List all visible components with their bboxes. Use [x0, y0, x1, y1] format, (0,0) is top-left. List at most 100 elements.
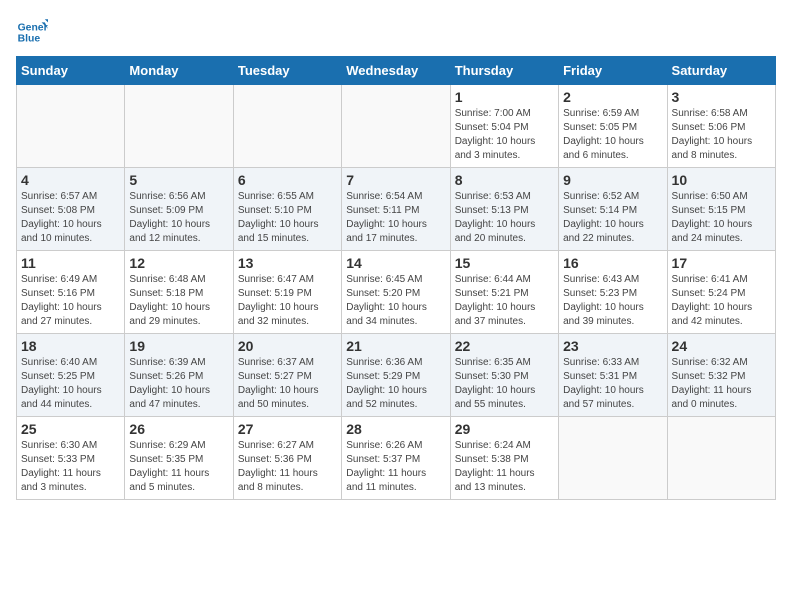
- day-number: 26: [129, 421, 228, 437]
- calendar-week-row: 25 Sunrise: 6:30 AM Sunset: 5:33 PM Dayli…: [17, 417, 776, 500]
- day-info: Sunrise: 6:52 AM Sunset: 5:14 PM Dayligh…: [563, 190, 662, 246]
- day-info: Sunrise: 6:35 AM Sunset: 5:30 PM Dayligh…: [455, 356, 554, 412]
- day-number: 8: [455, 172, 554, 188]
- day-number: 6: [238, 172, 337, 188]
- calendar-cell: 9 Sunrise: 6:52 AM Sunset: 5:14 PM Daylig…: [559, 168, 667, 251]
- calendar-cell: 6 Sunrise: 6:55 AM Sunset: 5:10 PM Daylig…: [233, 168, 341, 251]
- day-info: Sunrise: 6:54 AM Sunset: 5:11 PM Dayligh…: [346, 190, 445, 246]
- weekday-header-monday: Monday: [125, 57, 233, 85]
- calendar-cell: [342, 85, 450, 168]
- day-number: 29: [455, 421, 554, 437]
- calendar-week-row: 11Sunrise: 6:49 AM Sunset: 5:16 PM Dayli…: [17, 251, 776, 334]
- weekday-header-wednesday: Wednesday: [342, 57, 450, 85]
- calendar-cell: 2 Sunrise: 6:59 AM Sunset: 5:05 PM Daylig…: [559, 85, 667, 168]
- calendar-cell: 19 Sunrise: 6:39 AM Sunset: 5:26 PM Dayli…: [125, 334, 233, 417]
- weekday-header-sunday: Sunday: [17, 57, 125, 85]
- day-info: Sunrise: 6:43 AM Sunset: 5:23 PM Dayligh…: [563, 273, 662, 329]
- day-info: Sunrise: 6:56 AM Sunset: 5:09 PM Dayligh…: [129, 190, 228, 246]
- calendar-cell: [125, 85, 233, 168]
- calendar-cell: 7Sunrise: 6:54 AM Sunset: 5:11 PM Daylig…: [342, 168, 450, 251]
- day-number: 24: [672, 338, 771, 354]
- day-number: 17: [672, 255, 771, 271]
- day-number: 12: [129, 255, 228, 271]
- day-info: Sunrise: 6:47 AM Sunset: 5:19 PM Dayligh…: [238, 273, 337, 329]
- day-number: 27: [238, 421, 337, 437]
- calendar-cell: 1 Sunrise: 7:00 AM Sunset: 5:04 PM Daylig…: [450, 85, 558, 168]
- day-info: Sunrise: 6:49 AM Sunset: 5:16 PM Dayligh…: [21, 273, 120, 329]
- calendar-cell: 28 Sunrise: 6:26 AM Sunset: 5:37 PM Dayli…: [342, 417, 450, 500]
- calendar-cell: [233, 85, 341, 168]
- day-number: 9: [563, 172, 662, 188]
- calendar-table: SundayMondayTuesdayWednesdayThursdayFrid…: [16, 56, 776, 500]
- calendar-cell: 11Sunrise: 6:49 AM Sunset: 5:16 PM Dayli…: [17, 251, 125, 334]
- weekday-header-tuesday: Tuesday: [233, 57, 341, 85]
- day-info: Sunrise: 7:00 AM Sunset: 5:04 PM Dayligh…: [455, 107, 554, 163]
- day-info: Sunrise: 6:59 AM Sunset: 5:05 PM Dayligh…: [563, 107, 662, 163]
- calendar-cell: 10 Sunrise: 6:50 AM Sunset: 5:15 PM Dayli…: [667, 168, 775, 251]
- day-number: 4: [21, 172, 120, 188]
- calendar-week-row: 1 Sunrise: 7:00 AM Sunset: 5:04 PM Daylig…: [17, 85, 776, 168]
- day-info: Sunrise: 6:58 AM Sunset: 5:06 PM Dayligh…: [672, 107, 771, 163]
- calendar-cell: 22 Sunrise: 6:35 AM Sunset: 5:30 PM Dayli…: [450, 334, 558, 417]
- day-number: 20: [238, 338, 337, 354]
- calendar-cell: 4 Sunrise: 6:57 AM Sunset: 5:08 PM Daylig…: [17, 168, 125, 251]
- day-info: Sunrise: 6:32 AM Sunset: 5:32 PM Dayligh…: [672, 356, 771, 412]
- calendar-cell: 29 Sunrise: 6:24 AM Sunset: 5:38 PM Dayli…: [450, 417, 558, 500]
- day-info: Sunrise: 6:27 AM Sunset: 5:36 PM Dayligh…: [238, 439, 337, 495]
- day-info: Sunrise: 6:26 AM Sunset: 5:37 PM Dayligh…: [346, 439, 445, 495]
- day-info: Sunrise: 6:33 AM Sunset: 5:31 PM Dayligh…: [563, 356, 662, 412]
- day-number: 2: [563, 89, 662, 105]
- weekday-header-thursday: Thursday: [450, 57, 558, 85]
- day-number: 5: [129, 172, 228, 188]
- calendar-cell: 12 Sunrise: 6:48 AM Sunset: 5:18 PM Dayli…: [125, 251, 233, 334]
- day-number: 10: [672, 172, 771, 188]
- calendar-week-row: 18 Sunrise: 6:40 AM Sunset: 5:25 PM Dayli…: [17, 334, 776, 417]
- day-number: 28: [346, 421, 445, 437]
- calendar-cell: 25 Sunrise: 6:30 AM Sunset: 5:33 PM Dayli…: [17, 417, 125, 500]
- day-number: 19: [129, 338, 228, 354]
- calendar-cell: 14 Sunrise: 6:45 AM Sunset: 5:20 PM Dayli…: [342, 251, 450, 334]
- weekday-header-friday: Friday: [559, 57, 667, 85]
- day-info: Sunrise: 6:41 AM Sunset: 5:24 PM Dayligh…: [672, 273, 771, 329]
- calendar-cell: 8 Sunrise: 6:53 AM Sunset: 5:13 PM Daylig…: [450, 168, 558, 251]
- day-info: Sunrise: 6:45 AM Sunset: 5:20 PM Dayligh…: [346, 273, 445, 329]
- day-info: Sunrise: 6:44 AM Sunset: 5:21 PM Dayligh…: [455, 273, 554, 329]
- calendar-cell: 27 Sunrise: 6:27 AM Sunset: 5:36 PM Dayli…: [233, 417, 341, 500]
- day-number: 23: [563, 338, 662, 354]
- day-info: Sunrise: 6:30 AM Sunset: 5:33 PM Dayligh…: [21, 439, 120, 495]
- day-number: 21: [346, 338, 445, 354]
- logo-icon: General Blue: [16, 16, 48, 48]
- day-info: Sunrise: 6:53 AM Sunset: 5:13 PM Dayligh…: [455, 190, 554, 246]
- day-number: 13: [238, 255, 337, 271]
- calendar-cell: 17 Sunrise: 6:41 AM Sunset: 5:24 PM Dayli…: [667, 251, 775, 334]
- calendar-cell: 26 Sunrise: 6:29 AM Sunset: 5:35 PM Dayli…: [125, 417, 233, 500]
- day-info: Sunrise: 6:55 AM Sunset: 5:10 PM Dayligh…: [238, 190, 337, 246]
- header: General Blue: [16, 16, 776, 48]
- calendar-cell: 21 Sunrise: 6:36 AM Sunset: 5:29 PM Dayli…: [342, 334, 450, 417]
- day-info: Sunrise: 6:29 AM Sunset: 5:35 PM Dayligh…: [129, 439, 228, 495]
- calendar-cell: 13 Sunrise: 6:47 AM Sunset: 5:19 PM Dayli…: [233, 251, 341, 334]
- day-info: Sunrise: 6:50 AM Sunset: 5:15 PM Dayligh…: [672, 190, 771, 246]
- day-number: 1: [455, 89, 554, 105]
- calendar-week-row: 4 Sunrise: 6:57 AM Sunset: 5:08 PM Daylig…: [17, 168, 776, 251]
- calendar-cell: 5 Sunrise: 6:56 AM Sunset: 5:09 PM Daylig…: [125, 168, 233, 251]
- calendar-cell: 20Sunrise: 6:37 AM Sunset: 5:27 PM Dayli…: [233, 334, 341, 417]
- day-info: Sunrise: 6:36 AM Sunset: 5:29 PM Dayligh…: [346, 356, 445, 412]
- day-info: Sunrise: 6:48 AM Sunset: 5:18 PM Dayligh…: [129, 273, 228, 329]
- day-number: 16: [563, 255, 662, 271]
- weekday-header-saturday: Saturday: [667, 57, 775, 85]
- calendar-cell: 18 Sunrise: 6:40 AM Sunset: 5:25 PM Dayli…: [17, 334, 125, 417]
- day-number: 25: [21, 421, 120, 437]
- day-info: Sunrise: 6:39 AM Sunset: 5:26 PM Dayligh…: [129, 356, 228, 412]
- day-number: 18: [21, 338, 120, 354]
- calendar-cell: [17, 85, 125, 168]
- day-number: 22: [455, 338, 554, 354]
- logo: General Blue: [16, 16, 52, 48]
- calendar-cell: [559, 417, 667, 500]
- weekday-header-row: SundayMondayTuesdayWednesdayThursdayFrid…: [17, 57, 776, 85]
- day-number: 15: [455, 255, 554, 271]
- day-info: Sunrise: 6:57 AM Sunset: 5:08 PM Dayligh…: [21, 190, 120, 246]
- day-info: Sunrise: 6:24 AM Sunset: 5:38 PM Dayligh…: [455, 439, 554, 495]
- day-number: 14: [346, 255, 445, 271]
- day-info: Sunrise: 6:40 AM Sunset: 5:25 PM Dayligh…: [21, 356, 120, 412]
